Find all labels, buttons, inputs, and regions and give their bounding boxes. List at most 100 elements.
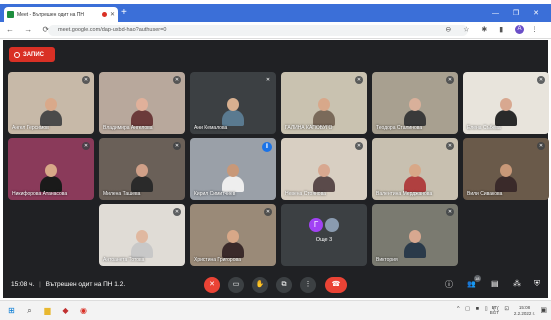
participant-tile[interactable]: ✕ Ани Кемалова <box>190 72 276 134</box>
language-bottom: BGT <box>489 310 499 315</box>
browser-toolbar-icons[interactable]: ⊖ ☆ ✱ ▮ A ⋮ <box>445 25 543 34</box>
people-button[interactable]: 👥 18 <box>467 275 481 288</box>
participant-body <box>131 110 153 126</box>
meet-favicon-icon <box>7 11 14 18</box>
participant-tile[interactable]: ✕ Виктория <box>372 204 458 266</box>
participant-video <box>222 230 244 258</box>
participant-name: Милена Ташева <box>103 191 141 197</box>
app-icon[interactable]: ◆ <box>60 305 71 316</box>
leave-call-button[interactable]: ☎ <box>325 277 347 293</box>
participant-name: Никифорова Атанасова <box>12 191 68 197</box>
recording-indicator-icon <box>101 12 107 17</box>
participant-tile[interactable]: ✕ ГАЛИНА КАПОБУГО <box>281 72 367 134</box>
participant-body <box>222 242 244 258</box>
participant-video <box>313 98 335 126</box>
present-screen-button[interactable]: ⧉ <box>276 277 292 293</box>
url-text: meet.google.com/dap-uxbd-hao?authuser=0 <box>58 27 167 33</box>
new-tab-button[interactable]: + <box>121 8 127 18</box>
participant-tile[interactable]: ✕ Теодора Сталинова <box>372 72 458 134</box>
participant-video <box>222 164 244 192</box>
window-controls[interactable]: — ❐ ✕ <box>492 9 545 17</box>
system-clock[interactable]: 15:08 2.2.2022 г. <box>514 305 535 316</box>
grouped-participants-tile[interactable]: Г Още 3 <box>281 204 367 266</box>
participant-head <box>227 164 239 177</box>
participant-body <box>495 176 517 192</box>
participant-video <box>404 230 426 258</box>
participant-tile[interactable]: ✕ Невена Стоянова <box>281 138 367 200</box>
participant-head <box>409 164 421 177</box>
participant-body <box>313 110 335 126</box>
meeting-title: Вътрешен одит на ПН 1.2. <box>45 281 126 288</box>
participant-head <box>136 164 148 177</box>
meeting-details-icon[interactable]: ⓘ <box>445 279 453 290</box>
participant-video <box>404 164 426 192</box>
mic-muted-icon: ✕ <box>173 208 181 216</box>
participant-video <box>131 164 153 192</box>
mic-muted-icon: ✕ <box>537 142 545 150</box>
activities-icon[interactable]: ⁂ <box>513 279 521 288</box>
group-avatar-photo <box>325 218 339 232</box>
camera-toggle-button[interactable]: ▭ <box>228 277 244 293</box>
mic-muted-icon: ✕ <box>537 76 545 84</box>
people-count-badge: 18 <box>473 275 481 282</box>
participant-tile[interactable]: ✕ Ангел Герсимов <box>8 72 94 134</box>
participant-name: Теодора Сталинова <box>376 125 423 131</box>
meeting-separator: | <box>39 281 41 288</box>
participant-tile[interactable]: ✕ Вили Сивакова <box>463 138 549 200</box>
participant-video <box>40 98 62 126</box>
participant-head <box>409 230 421 243</box>
participant-body <box>40 176 62 192</box>
navigation-buttons[interactable]: ← → ⟳ <box>6 25 53 34</box>
participant-body <box>131 242 153 258</box>
group-more-label: Още 3 <box>315 237 333 243</box>
participant-name: Елена Събева <box>467 125 501 131</box>
more-options-button[interactable]: ⋮ <box>300 277 316 293</box>
participant-head <box>318 98 330 111</box>
clock-date: 2.2.2022 г. <box>513 310 535 316</box>
language-indicator[interactable]: БГ BGT <box>490 305 499 315</box>
search-icon[interactable]: ⌕ <box>24 305 35 316</box>
host-controls-icon[interactable]: ⛨ <box>534 279 540 289</box>
participant-name: Невена Стоянова <box>285 191 326 197</box>
participant-body <box>313 176 335 192</box>
participant-body <box>40 110 62 126</box>
start-icon[interactable]: ⊞ <box>6 305 17 316</box>
participant-video <box>131 230 153 258</box>
address-bar-row: ← → ⟳ meet.google.com/dap-uxbd-hao?authu… <box>0 22 551 39</box>
notifications-icon[interactable]: ▣ <box>540 306 547 314</box>
participant-tile[interactable]: ✕ Никифорова Атанасова <box>8 138 94 200</box>
chrome-icon[interactable]: ◉ <box>78 305 89 316</box>
participant-tile[interactable]: ⦀ Кирил Симитчиев <box>190 138 276 200</box>
participant-tile[interactable]: ✕ Антоанета Тотова <box>99 204 185 266</box>
meeting-time: 15:08 ч. <box>11 281 35 288</box>
participant-head <box>500 164 512 177</box>
mic-toggle-button[interactable]: ✕ <box>204 277 220 293</box>
recording-button[interactable]: ЗАПИС <box>9 47 55 62</box>
windows-taskbar: ⊞ ⌕ ▆ ◆ ◉ ^ ▢ ■ ▯ (( ⊡ БГ BGT 15:08 2.2.… <box>0 300 551 320</box>
mic-muted-icon: ✕ <box>173 142 181 150</box>
chat-icon[interactable]: ▤ <box>491 279 499 288</box>
participant-tile[interactable]: ✕ Елена Събева <box>463 72 549 134</box>
participant-tile[interactable]: ✕ Христина Григорова <box>190 204 276 266</box>
participant-name: Антоанета Тотова <box>103 257 145 263</box>
participant-tile[interactable]: ✕ Владимира Ангелова <box>99 72 185 134</box>
profile-avatar[interactable]: A <box>515 25 525 34</box>
tab-close-icon[interactable]: ✕ <box>110 11 115 18</box>
participant-head <box>45 164 57 177</box>
participant-video <box>40 164 62 192</box>
mic-muted-icon: ✕ <box>355 142 363 150</box>
mic-muted-icon: ✕ <box>82 142 90 150</box>
participant-name: Вили Сивакова <box>467 191 503 197</box>
raise-hand-button[interactable]: ✋ <box>252 277 268 293</box>
participant-tile[interactable]: ✕ Милена Ташева <box>99 138 185 200</box>
file-explorer-icon[interactable]: ▆ <box>42 305 53 316</box>
clock-time: 15:08 <box>518 305 531 310</box>
browser-tab-meet[interactable]: Meet - Вътрешен одит на ПН ✕ <box>4 7 118 22</box>
participant-tile[interactable]: ✕ Валентина Мерджанова <box>372 138 458 200</box>
participant-name: Ангел Герсимов <box>12 125 49 131</box>
system-tray[interactable]: ^ ▢ ■ ▯ (( ⊡ <box>457 306 511 312</box>
url-field[interactable]: meet.google.com/dap-uxbd-hao?authuser=0 <box>48 25 468 36</box>
participant-head <box>500 98 512 111</box>
participant-body <box>495 110 517 126</box>
participant-name: Владимира Ангелова <box>103 125 153 131</box>
